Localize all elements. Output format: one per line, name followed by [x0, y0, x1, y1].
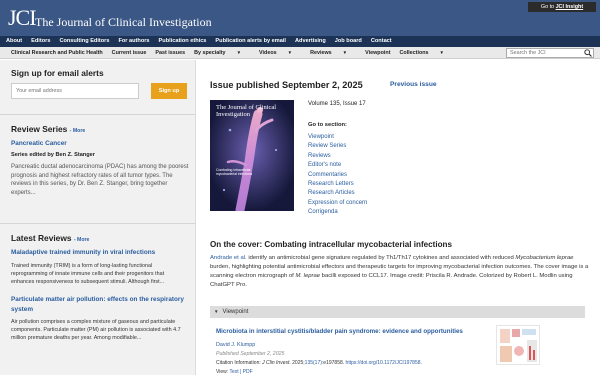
section-link-viewpoint[interactable]: Viewpoint [308, 133, 367, 142]
chevron-down-icon: ▼ [214, 309, 219, 314]
sign-up-button[interactable]: Sign up [151, 83, 187, 99]
chevron-down-icon: ▼ [287, 49, 293, 55]
nav-consulting-editors[interactable]: Consulting Editors [59, 36, 109, 47]
cover-text-part-1: identify an antimicrobial gene signature… [246, 255, 516, 261]
article-figure-thumbnail [500, 329, 537, 362]
email-alerts-heading: Sign up for email alerts [11, 68, 104, 78]
email-field[interactable] [11, 83, 139, 99]
citation-journal: J Clin Invest [262, 360, 290, 366]
view-prefix: View: [216, 369, 230, 375]
subnav-reviews-label: Reviews [310, 49, 332, 56]
latest-reviews-heading: Latest Reviews - More [11, 233, 89, 243]
goto-jci-insight-link[interactable]: Go to JCI Insight [528, 2, 596, 12]
site-header: JCI The Journal of Clinical Investigatio… [0, 0, 600, 36]
nav-publication-alerts[interactable]: Publication alerts by email [215, 36, 286, 47]
article-view-links: View: Text | PDF [216, 369, 253, 375]
cover-author-link[interactable]: Andrade et al. [210, 255, 247, 261]
review-series-link[interactable]: Pancreatic Cancer [11, 140, 67, 147]
review-series-description: Pancreatic ductal adenocarcinoma (PDAC) … [11, 164, 189, 196]
jci-insight-link[interactable]: JCI Insight [556, 4, 584, 10]
search-icon[interactable] [584, 49, 592, 57]
search-input[interactable] [506, 48, 594, 58]
review-series-editor: Series edited by Ben Z. Stanger [11, 152, 95, 158]
review-series-title: Review Series [11, 124, 68, 134]
cover-text-italic-2: M. leprae [295, 273, 321, 279]
section-link-research-letters[interactable]: Research Letters [308, 180, 367, 189]
cover-journal-name: The Journal of Clinical Investigation [216, 104, 277, 118]
article-published-date: Published September 2, 2025 [216, 351, 285, 357]
viewpoint-section-label: Viewpoint [222, 309, 249, 315]
nav-job-board[interactable]: Job board [335, 36, 362, 47]
latest-reviews-more-link[interactable]: - More [74, 237, 90, 243]
section-link-editors-note[interactable]: Editor's note [308, 161, 367, 170]
cover-text-italic: Mycobacterium leprae [515, 255, 574, 261]
chevron-down-icon: ▼ [439, 49, 445, 55]
citation-mid: . 2025; [289, 360, 305, 366]
subnav-collections-label: Collections [399, 49, 429, 56]
volume-issue: Volume 135, Issue 17 [308, 101, 366, 107]
journal-title[interactable]: The Journal of Clinical Investigation [35, 15, 212, 29]
review-series-heading: Review Series - More [11, 124, 85, 134]
section-link-research-articles[interactable]: Research Articles [308, 189, 367, 198]
nav-about[interactable]: About [6, 36, 22, 47]
primary-nav: About Editors Consulting Editors For aut… [0, 36, 600, 47]
citation-page: :e197858. [321, 360, 345, 366]
citation-doi-link[interactable]: https://doi.org/10.1172/JCI197858. [346, 360, 422, 366]
nav-advertising[interactable]: Advertising [295, 36, 326, 47]
subnav-viewpoint[interactable]: Viewpoint [365, 47, 390, 59]
subnav-past-issues[interactable]: Past issues [155, 47, 185, 59]
nav-for-authors[interactable]: For authors [118, 36, 149, 47]
previous-issue-link[interactable]: Previous issue [390, 81, 437, 88]
view-text-pdf-link[interactable]: Text | PDF [229, 369, 252, 375]
cover-image[interactable]: The Journal of Clinical Investigation Co… [210, 100, 294, 211]
article-thumbnail[interactable] [496, 325, 540, 365]
section-link-corrigenda[interactable]: Corrigenda [308, 208, 367, 217]
subnav-current-issue[interactable]: Current issue [112, 47, 147, 59]
article-citation: Citation Information: J Clin Invest. 202… [216, 360, 422, 366]
nav-editors[interactable]: Editors [31, 36, 50, 47]
subnav-collections[interactable]: Collections ▼ [399, 47, 453, 59]
goto-prefix: Go to [540, 4, 555, 10]
section-link-review-series[interactable]: Review Series [308, 142, 367, 151]
latest-review-summary-1: Trained immunity (TRIM) is a form of lon… [11, 263, 165, 286]
article-title-link[interactable]: Microbiota in interstitial cystitis/blad… [216, 328, 463, 335]
subnav-videos-label: Videos [259, 49, 277, 56]
nav-publication-ethics[interactable]: Publication ethics [159, 36, 207, 47]
on-cover-text: Andrade et al. identify an antimicrobial… [210, 254, 590, 290]
article-author-link[interactable]: David J. Klumpp [216, 342, 255, 348]
nav-contact[interactable]: Contact [371, 36, 392, 47]
viewpoint-section-toggle[interactable]: ▼ Viewpoint [210, 306, 585, 318]
cover-caption: Combating intracellular mycobacterial in… [216, 168, 253, 177]
subnav-by-specialty[interactable]: By specialty ▼ [194, 47, 250, 59]
latest-review-link-1[interactable]: Maladaptive trained immunity in viral in… [11, 249, 155, 256]
subnav-clinical-research[interactable]: Clinical Research and Public Health [11, 47, 103, 59]
citation-prefix: Citation Information: [216, 360, 263, 366]
section-link-commentaries[interactable]: Commentaries [308, 171, 367, 180]
review-series-more-link[interactable]: - More [70, 128, 86, 134]
section-list: Viewpoint Review Series Reviews Editor's… [308, 133, 367, 218]
latest-review-summary-2: Air pollution comprises a complex mixtur… [11, 319, 181, 342]
subnav-videos[interactable]: Videos ▼ [259, 47, 301, 59]
subnav-by-specialty-label: By specialty [194, 49, 226, 56]
issue-title: Issue published September 2, 2025 [210, 80, 363, 90]
sidebar-divider [0, 114, 196, 115]
on-cover-heading: On the cover: Combating intracellular my… [210, 240, 452, 249]
subnav-reviews[interactable]: Reviews ▼ [310, 47, 356, 59]
chevron-down-icon: ▼ [342, 49, 348, 55]
goto-section-heading: Go to section: [308, 122, 347, 128]
latest-review-link-2[interactable]: Particulate matter air pollution: effect… [11, 295, 187, 314]
section-link-expression-of-concern[interactable]: Expression of concern [308, 199, 367, 208]
section-link-reviews[interactable]: Reviews [308, 152, 367, 161]
citation-volume-link[interactable]: 135(17) [305, 360, 322, 366]
latest-reviews-title: Latest Reviews [11, 233, 72, 243]
sidebar-divider [0, 223, 196, 224]
jci-logo[interactable]: JCI [8, 5, 37, 31]
chevron-down-icon: ▼ [236, 49, 242, 55]
